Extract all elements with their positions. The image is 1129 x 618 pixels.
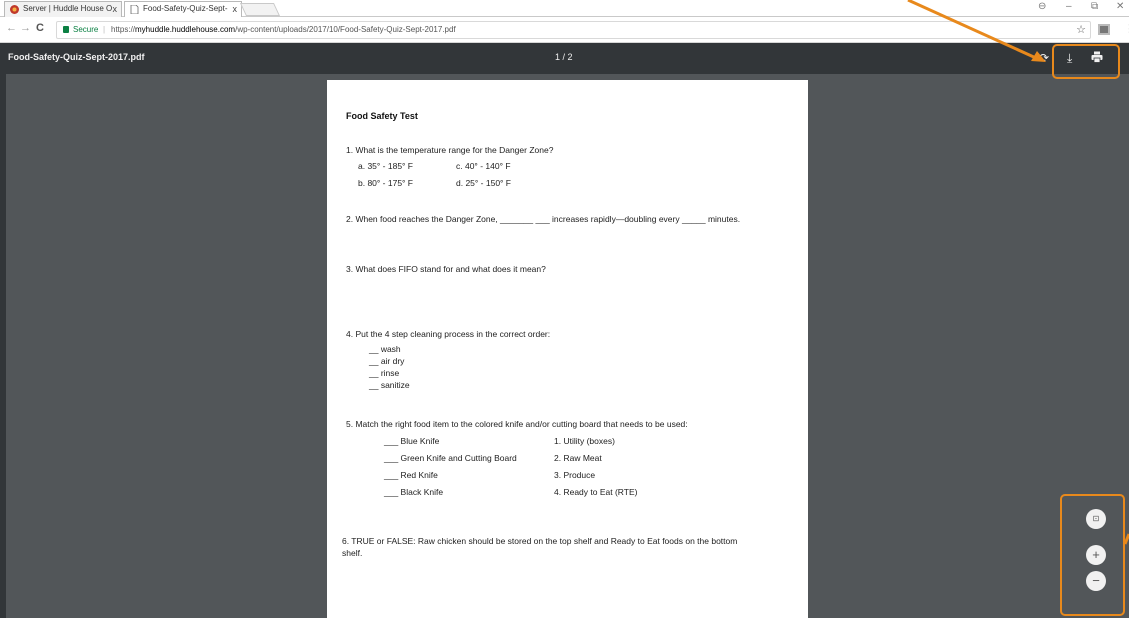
annotation-arrow	[907, 0, 1129, 545]
screen: Server | Huddle House O x Food-Safety-Qu…	[0, 0, 1129, 618]
